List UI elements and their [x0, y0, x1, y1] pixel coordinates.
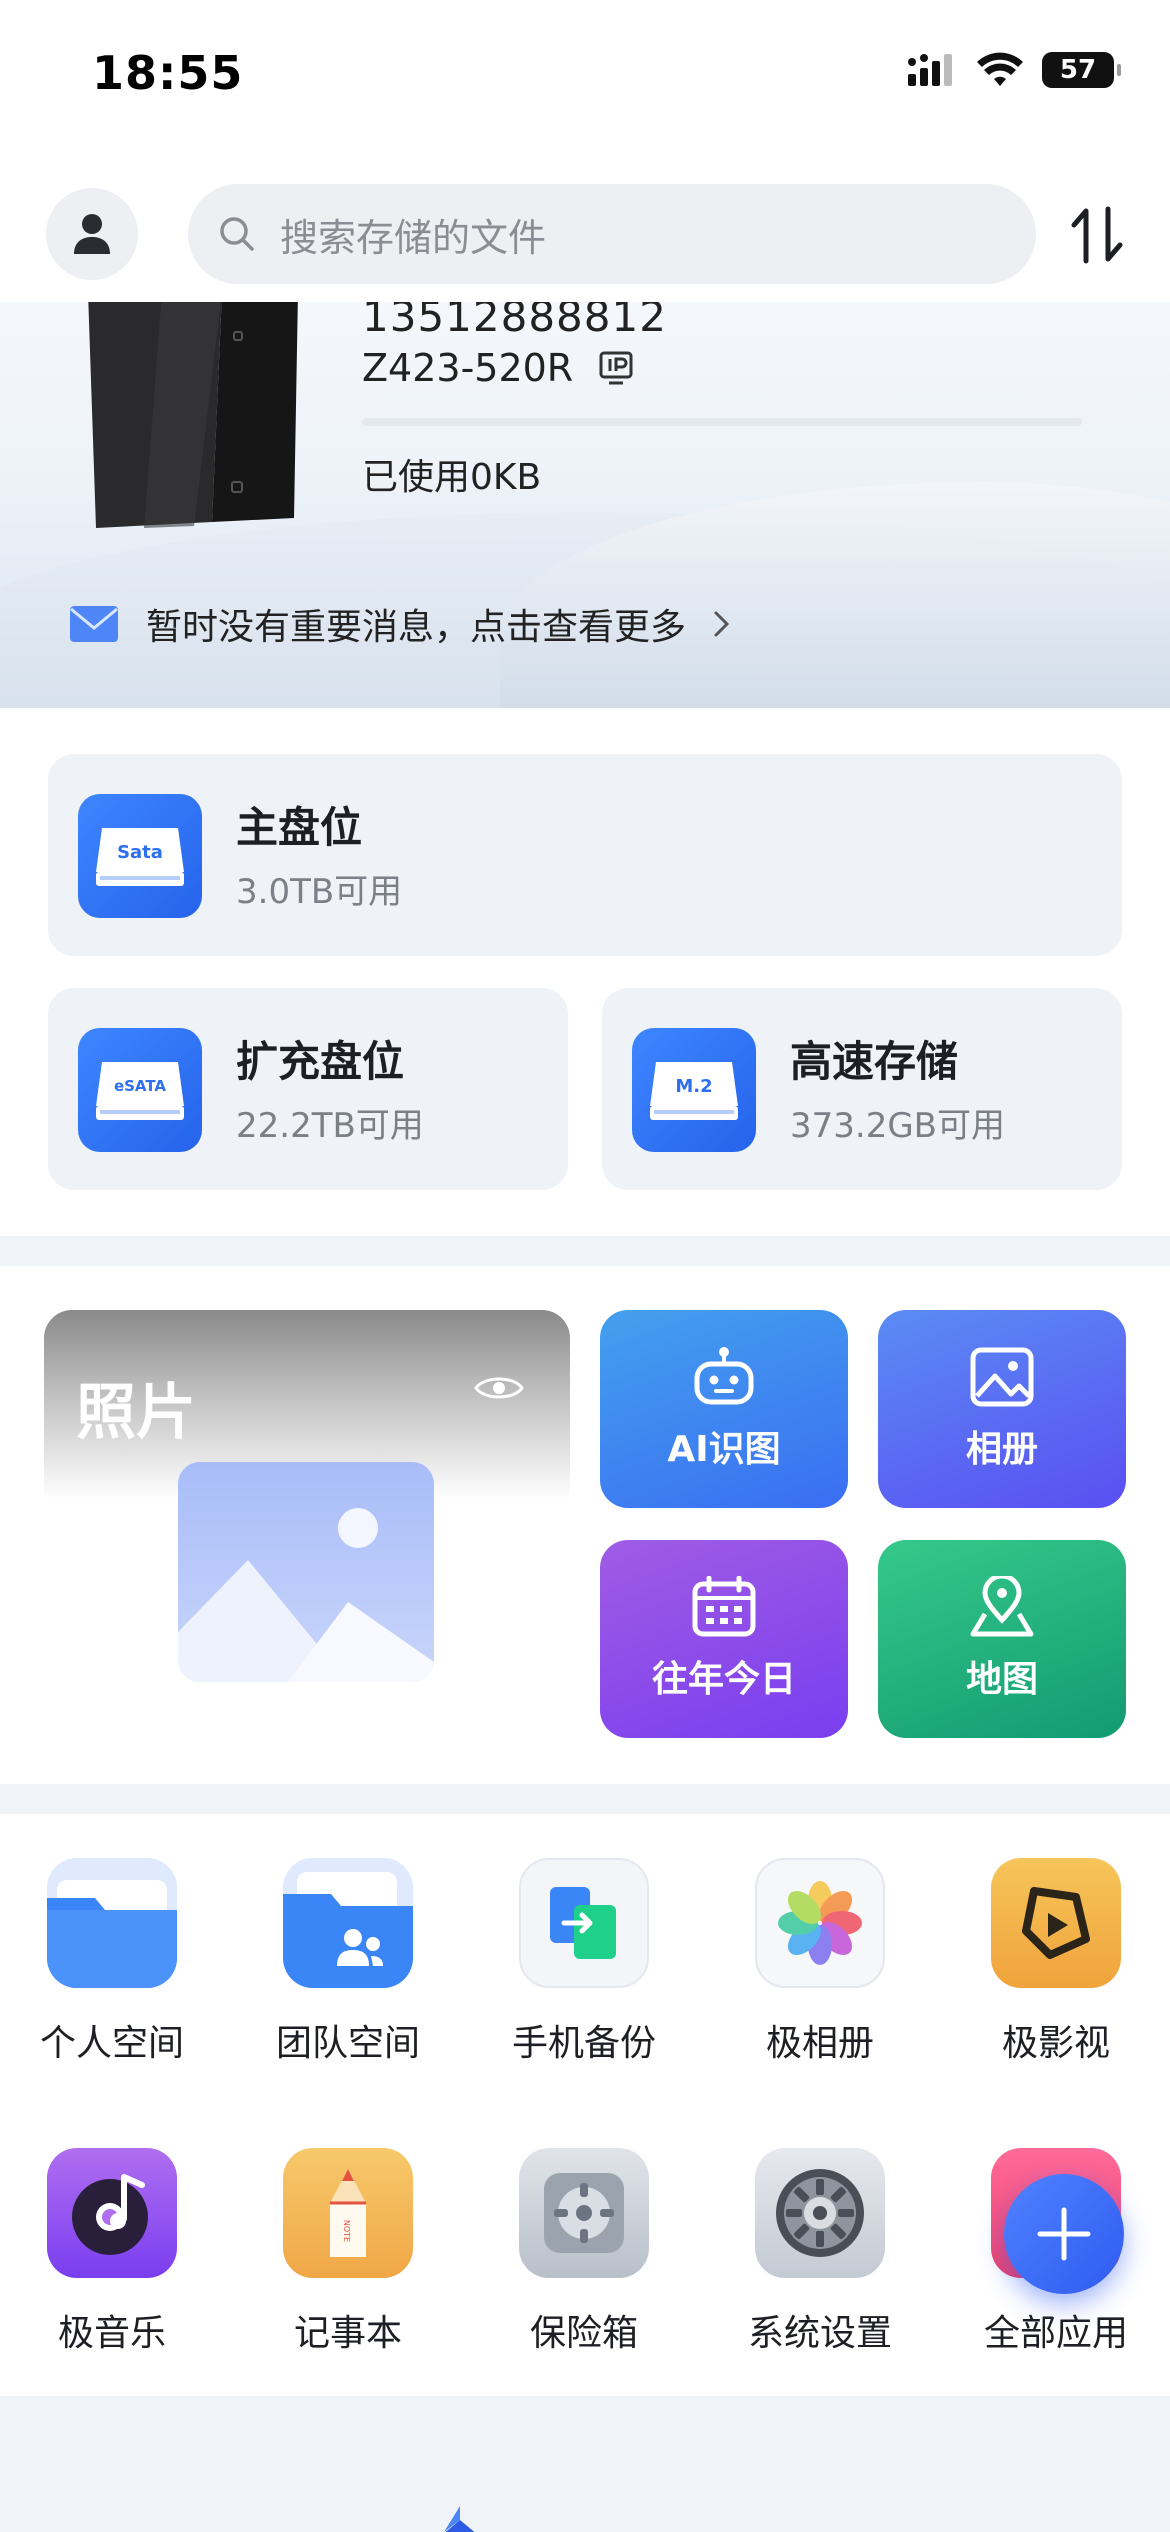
brand-logo-icon [444, 2506, 475, 2532]
chevron-right-icon [714, 611, 730, 637]
photos-title: 照片 [76, 1378, 196, 1448]
user-icon [74, 214, 110, 254]
app-label: 极音乐 [57, 2313, 166, 2354]
expansion-drive-available: 22.2TB可用 [236, 1106, 424, 1146]
app-team-space[interactable]: 团队空间 [236, 1858, 460, 2066]
highspeed-storage-title: 高速存储 [790, 1037, 959, 1086]
status-bar: 18:55 57 [0, 0, 1170, 150]
main-drive-title: 主盘位 [236, 803, 363, 852]
transfer-arrows-icon [1071, 206, 1123, 264]
settings-gear-icon [755, 2148, 885, 2278]
album-tile[interactable]: 相册 [878, 1310, 1126, 1508]
m2-icon-text: M.2 [675, 1076, 712, 1097]
app-safe[interactable]: 保险箱 [472, 2148, 696, 2356]
expansion-drive-title: 扩充盘位 [236, 1037, 405, 1086]
eye-icon[interactable] [474, 1372, 524, 1404]
wifi-icon [977, 52, 1023, 86]
app-photos[interactable]: 极相册 [708, 1858, 932, 2066]
search-placeholder: 搜索存储的文件 [280, 215, 547, 260]
app-label: 手机备份 [511, 2023, 656, 2064]
photo-section: 照片 AI识图 相册 往年今日 地图 [0, 1266, 1170, 1784]
app-label: 全部应用 [983, 2313, 1128, 2354]
transfer-sort-button[interactable] [1064, 202, 1130, 268]
notebook-icon: NOTE [283, 2148, 413, 2278]
team-folder-icon [283, 1858, 413, 1988]
sata-icon-text: Sata [117, 842, 163, 863]
svg-text:NOTE: NOTE [342, 2220, 351, 2242]
photo-placeholder-image [178, 1462, 434, 1682]
top-header: 搜索存储的文件 [0, 150, 1170, 302]
storage-usage-bar [362, 418, 1082, 426]
highspeed-storage-available: 373.2GB可用 [790, 1106, 1006, 1146]
map-tile[interactable]: 地图 [878, 1540, 1126, 1738]
photos-card[interactable]: 照片 [44, 1310, 570, 1706]
app-label: 团队空间 [275, 2023, 420, 2064]
map-label: 地图 [965, 1659, 1038, 1700]
main-drive-available: 3.0TB可用 [236, 872, 403, 912]
profile-avatar-button[interactable] [46, 188, 138, 280]
nas-device-image [88, 302, 298, 528]
ai-recognition-label: AI识图 [667, 1429, 781, 1470]
robot-icon [694, 1347, 754, 1405]
apps-grid: 个人空间 团队空间 手机备份 极相册 极影视 极音乐 NOTE 记事本 保险箱 … [0, 1814, 1170, 2396]
calendar-icon [692, 1576, 756, 1637]
app-settings[interactable]: 系统设置 [708, 2148, 932, 2356]
photos-flower-icon [755, 1858, 885, 1988]
mail-icon [70, 606, 118, 642]
status-icons: 57 [906, 52, 1121, 88]
ip-icon[interactable] [597, 349, 635, 387]
app-notebook[interactable]: NOTE 记事本 [236, 2148, 460, 2356]
map-pin-icon [970, 1576, 1034, 1637]
highspeed-storage-card[interactable]: M.2 高速存储 373.2GB可用 [602, 988, 1122, 1190]
app-label: 个人空间 [39, 2023, 184, 2064]
app-personal-space[interactable]: 个人空间 [0, 1858, 224, 2066]
device-card[interactable]: 13512888812 Z423-520R 已使用0KB 暂时没有重要消息，点击… [0, 302, 1170, 708]
status-time: 18:55 [92, 46, 244, 100]
ai-recognition-tile[interactable]: AI识图 [600, 1310, 848, 1508]
on-this-day-label: 往年今日 [651, 1659, 796, 1700]
notice-text: 暂时没有重要消息，点击查看更多 [146, 607, 687, 648]
app-label: 系统设置 [747, 2313, 892, 2354]
album-label: 相册 [965, 1429, 1038, 1470]
device-model-text: Z423-520R [362, 346, 574, 390]
search-icon [220, 217, 254, 251]
app-phone-backup[interactable]: 手机备份 [472, 1858, 696, 2066]
battery-indicator: 57 [1042, 52, 1121, 88]
app-music[interactable]: 极音乐 [0, 2148, 224, 2356]
esata-icon-text: eSATA [114, 1077, 166, 1095]
notice-bar[interactable]: 暂时没有重要消息，点击查看更多 [68, 598, 732, 650]
app-label: 极相册 [765, 2023, 874, 2064]
phone-backup-icon [519, 1858, 649, 1988]
search-input[interactable]: 搜索存储的文件 [188, 184, 1036, 284]
plus-icon [1037, 2207, 1091, 2261]
safe-icon [519, 2148, 649, 2278]
app-label: 极影视 [1001, 2023, 1110, 2064]
cellular-signal-icon [908, 54, 952, 86]
film-icon [991, 1858, 1121, 1988]
image-icon [970, 1347, 1034, 1407]
on-this-day-tile[interactable]: 往年今日 [600, 1540, 848, 1738]
m2-drive-icon: M.2 [632, 1028, 756, 1152]
app-label: 保险箱 [529, 2313, 638, 2354]
app-video[interactable]: 极影视 [944, 1858, 1168, 2066]
storage-used-text: 已使用0KB [362, 457, 542, 498]
main-drive-card[interactable]: Sata 主盘位 3.0TB可用 [48, 754, 1122, 956]
storage-section: Sata 主盘位 3.0TB可用 eSATA 扩充盘位 22.2TB可用 M.2 [0, 708, 1170, 1236]
floating-add-button[interactable] [1004, 2174, 1124, 2294]
device-model: Z423-520R [362, 346, 635, 390]
device-id: 13512888812 [362, 302, 667, 341]
music-icon [47, 2148, 177, 2278]
app-label: 记事本 [293, 2313, 402, 2354]
sata-drive-icon: Sata [78, 794, 202, 918]
expansion-drive-card[interactable]: eSATA 扩充盘位 22.2TB可用 [48, 988, 568, 1190]
esata-drive-icon: eSATA [78, 1028, 202, 1152]
folder-icon [47, 1858, 177, 1988]
